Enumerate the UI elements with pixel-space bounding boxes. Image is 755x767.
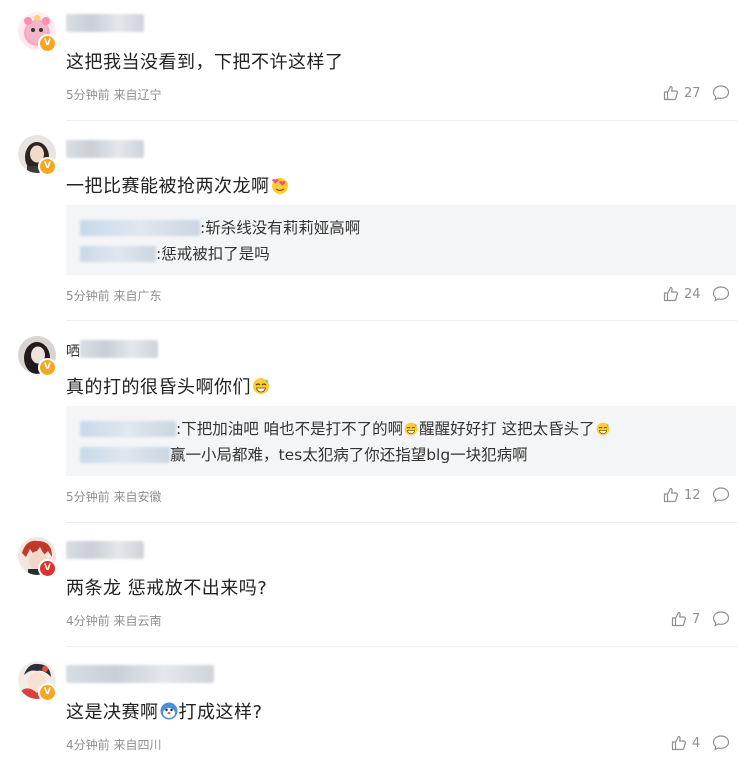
- username-blurred[interactable]: [80, 340, 158, 358]
- reply-text: :惩戒被扣了是吗: [156, 245, 270, 263]
- reply-item[interactable]: :斩杀线没有莉莉娅高啊: [80, 216, 360, 238]
- comment-meta: 5分钟前 来自安徽: [66, 490, 162, 504]
- reply-text: 赢一小局都难，tes太犯病了你还指望blg一块犯病啊: [170, 446, 528, 464]
- emoji-heart-face-icon: [270, 175, 290, 195]
- like-count: 24: [684, 286, 701, 302]
- username-blurred[interactable]: [66, 541, 144, 559]
- comment-text: 真的打的很昏头啊你们: [66, 373, 271, 399]
- verified-badge: V: [38, 559, 57, 578]
- reply-username-blurred[interactable]: [80, 220, 200, 236]
- comment-text: 这把我当没看到，下把不许这样了: [66, 52, 344, 73]
- comment-meta: 5分钟前 来自辽宁: [66, 88, 162, 102]
- emoji-grin-sweat-icon: [251, 376, 271, 396]
- like-button[interactable]: 12: [663, 487, 701, 503]
- emoji-grin-sweat-icon: [595, 421, 611, 437]
- like-button[interactable]: 24: [663, 286, 701, 302]
- comment-meta: 4分钟前 来自云南: [66, 614, 162, 628]
- comment-list: V 这把我当没看到，下把不许这样了 5分钟前 来自辽宁 27 V 一把比赛能被抢…: [0, 0, 755, 767]
- reply-item[interactable]: 赢一小局都难，tes太犯病了你还指望blg一块犯病啊: [80, 443, 528, 465]
- like-button[interactable]: 4: [671, 735, 700, 751]
- comment-meta: 4分钟前 来自四川: [66, 738, 162, 752]
- emoji-grin-sweat-icon: [403, 421, 419, 437]
- reply-text: 醒醒好好打 这把太昏头了: [419, 420, 595, 438]
- comment-icon[interactable]: [711, 733, 733, 755]
- reply-username-blurred[interactable]: [80, 246, 156, 262]
- reply-item[interactable]: :惩戒被扣了是吗: [80, 242, 270, 264]
- comment-icon[interactable]: [711, 83, 733, 105]
- username-prefix[interactable]: 哂: [66, 341, 80, 361]
- comment-icon[interactable]: [711, 485, 733, 507]
- reply-item[interactable]: :下把加油吧 咱也不是打不了的啊 醒醒好好打 这把太昏头了: [80, 417, 611, 439]
- thumbs-up-icon: [663, 85, 679, 101]
- divider: [66, 120, 737, 121]
- comment-text: 两条龙 惩戒放不出来吗?: [66, 578, 268, 599]
- divider: [66, 646, 737, 647]
- like-button[interactable]: 27: [663, 85, 701, 101]
- thumbs-up-icon: [663, 487, 679, 503]
- like-count: 27: [684, 85, 701, 101]
- like-button[interactable]: 7: [671, 611, 700, 627]
- divider: [66, 522, 737, 523]
- comment-icon[interactable]: [711, 609, 733, 631]
- verified-badge: V: [38, 157, 57, 176]
- comment-text: 这是决赛啊 打成这样?: [66, 701, 263, 723]
- comment-text: 一把比赛能被抢两次龙啊: [66, 172, 290, 198]
- like-count: 12: [684, 487, 701, 503]
- reply-username-blurred[interactable]: [80, 447, 170, 463]
- verified-badge: V: [38, 358, 57, 377]
- reply-text: :斩杀线没有莉莉娅高啊: [200, 219, 361, 237]
- like-count: 7: [692, 611, 701, 627]
- thumbs-up-icon: [671, 611, 687, 627]
- comment-icon[interactable]: [711, 284, 733, 306]
- username-blurred[interactable]: [66, 665, 214, 683]
- username-blurred[interactable]: [66, 14, 144, 32]
- thumbs-up-icon: [663, 286, 679, 302]
- reply-username-blurred[interactable]: [80, 421, 176, 437]
- emoji-doge-icon: [159, 701, 179, 721]
- like-count: 4: [692, 735, 701, 751]
- username-blurred[interactable]: [66, 140, 144, 158]
- comment-meta: 5分钟前 来自广东: [66, 289, 162, 303]
- thumbs-up-icon: [671, 735, 687, 751]
- divider: [66, 320, 737, 321]
- reply-text: :下把加油吧 咱也不是打不了的啊: [176, 420, 404, 438]
- verified-badge: V: [38, 34, 57, 53]
- verified-badge: V: [38, 683, 57, 702]
